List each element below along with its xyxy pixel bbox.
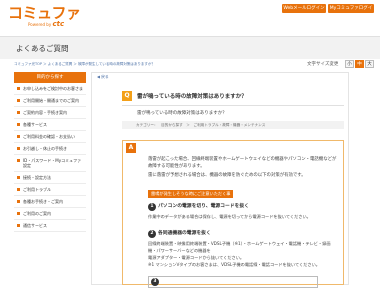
step-box [148, 276, 318, 288]
step-title: 各同通機器の電源を抜く [158, 231, 211, 236]
sidebar-item[interactable]: 各種サービス [14, 119, 86, 131]
question-detail: 雷が鳴っている時の故障対策はありますか？ [137, 111, 227, 116]
answer-paragraph: 落雷が起こった場合、回線終端装置やホームゲートウェイなどの機器やパソコン・電話機… [148, 157, 337, 169]
answer-paragraph: 雷に落雷が予想される場合は、機器の故障を防ぐための以下の対策が有効です。 [148, 173, 306, 178]
sidebar-item[interactable]: ご利用料金の確認・お支払い [14, 131, 86, 143]
category-breadcrumb[interactable]: カテゴリー： 目的から探す ＞ ご利用トラブル・故障・機器・メンテナンス [122, 121, 344, 129]
sidebar-item[interactable]: ID・パスワード・Myコミュファ設定 [14, 155, 86, 172]
step-body: 作業中のデータがある場合は保存し、電源を切ってから電源コードを抜いてください。 [148, 214, 311, 219]
step-number-badge: 2 [148, 230, 156, 238]
step-title: パソコンの電源を切り、電源コードを抜く [158, 204, 249, 209]
sidebar-item[interactable]: 接続・設定方法 [14, 172, 86, 184]
mycommufa-login-button[interactable]: Myコミュファログイン [328, 4, 374, 20]
sidebar-title: 目的から探す [14, 72, 86, 83]
webmail-login-button[interactable]: Webメールログイン [282, 4, 326, 13]
divider [122, 105, 344, 106]
step-note: ※1 マンションVタイプのお客さまは、VDSL子機の電話線・電話コードを抜いてく… [148, 262, 320, 267]
sidebar-item[interactable]: ご利用のご案内 [14, 208, 86, 220]
sidebar: 目的から探す お申し込みをご検討中のお客さま ご利用開始・開通までのご案内 ご契… [14, 72, 86, 232]
font-size-large-button[interactable]: 大 [365, 60, 374, 68]
font-size-medium-button[interactable]: 中 [355, 60, 364, 68]
sidebar-item[interactable]: 通信サービス [14, 220, 86, 232]
sidebar-item[interactable]: 各種お手続き・ご案内 [14, 196, 86, 208]
answer-badge: A [126, 143, 136, 153]
step-body: 電源アダプター・電源コードから抜いてください。 [148, 255, 245, 260]
page-title: よくあるご質問 [16, 44, 69, 53]
breadcrumb[interactable]: コミュファ光TOP ＞ よくあるご質問 ＞ 故障が発生している時の故障対策はあり… [14, 62, 155, 67]
font-size-small-button[interactable]: 小 [345, 60, 354, 68]
sidebar-item[interactable]: ご契約内容・手続き案内 [14, 107, 86, 119]
sidebar-item[interactable]: お引越し・休止の手続き [14, 143, 86, 155]
answer-highlight-heading: 雷鳴が発生しそうな時にご注意いただく事 [148, 190, 234, 198]
step-body: 回線終端装置・映像用終端装置・VDSL子機（※1）・ホームゲートウェイ・電話機・… [148, 241, 331, 253]
font-size-label: 文字サイズ変更 [307, 62, 339, 67]
question-title: 雷が鳴っている時の故障対策はありますか？ [137, 94, 247, 100]
sidebar-item[interactable]: お申し込みをご検討中のお客さま [14, 83, 86, 95]
step-number-badge: 1 [148, 203, 156, 211]
sidebar-item[interactable]: ご利用トラブル [14, 184, 86, 196]
sidebar-item[interactable]: ご利用開始・開通までのご案内 [14, 95, 86, 107]
back-link[interactable]: ◀ 戻る [97, 74, 109, 80]
brand-logo-tagline: Powered by ctc [28, 20, 65, 28]
brand-logo[interactable]: コミュファ [8, 4, 81, 22]
question-badge: Q [122, 91, 132, 101]
